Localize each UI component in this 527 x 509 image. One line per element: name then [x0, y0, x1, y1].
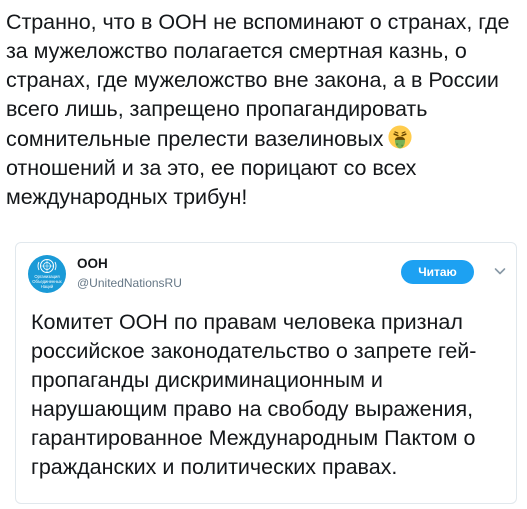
quoted-tweet-card[interactable]: Организация Объединенных Наций ООН @Unit…	[15, 242, 517, 504]
tweet-text: Странно, что в ООН не вспоминают о стран…	[6, 8, 511, 212]
tweet-text-main: Странно, что в ООН не вспоминают о стран…	[6, 10, 510, 151]
quoted-tweet-text: Комитет ООН по правам человека признал р…	[31, 310, 477, 479]
account-handle[interactable]: @UnitedNationsRU	[77, 276, 182, 290]
following-button[interactable]: Читаю	[401, 260, 474, 284]
face-vomiting-icon	[387, 125, 412, 149]
avatar[interactable]: Организация Объединенных Наций	[28, 255, 66, 293]
tweet-text-end: отношений и за это, ее порицают со всех …	[6, 156, 417, 209]
account-name[interactable]: ООН	[77, 256, 108, 271]
un-emblem-icon: Организация Объединенных Наций	[32, 259, 63, 289]
chevron-down-icon[interactable]	[493, 264, 507, 278]
avatar-caption-3: Наций	[41, 284, 54, 289]
